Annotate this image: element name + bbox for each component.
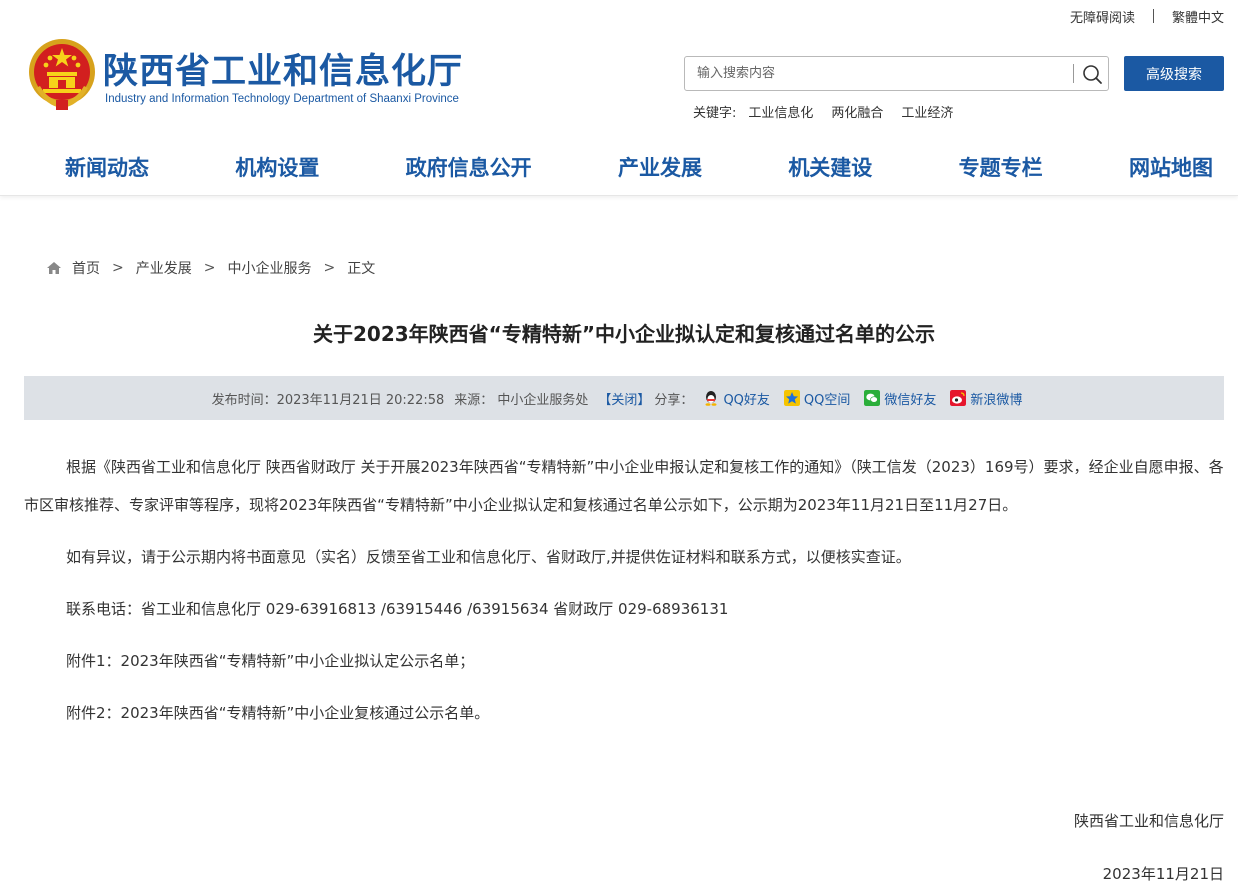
- share-label: 分享：: [654, 392, 694, 408]
- national-emblem-icon[interactable]: [26, 36, 98, 112]
- search-box: [684, 56, 1109, 91]
- breadcrumb-separator: >: [203, 260, 216, 276]
- publish-time: 发布时间：2023年11月21日 20:22:58: [211, 392, 445, 408]
- home-icon: [47, 262, 61, 274]
- keyword-link[interactable]: 两化融合: [831, 102, 883, 121]
- search-input[interactable]: [685, 57, 1071, 90]
- search-divider: [1073, 64, 1074, 83]
- share-qq-friend-label: QQ好友: [723, 392, 770, 408]
- search-keywords: 关键字: 工业信息化 两化融合 工业经济: [693, 102, 971, 121]
- attachment-link[interactable]: 附件1：2023年陕西省“专精特新”中小企业拟认定公示名单；: [24, 642, 1224, 680]
- share-qq-friend[interactable]: QQ好友: [703, 389, 770, 408]
- share-qzone[interactable]: QQ空间: [783, 389, 851, 408]
- nav-item-news[interactable]: 新闻动态: [65, 152, 149, 188]
- traditional-chinese-link[interactable]: 繁體中文: [1172, 7, 1224, 26]
- nav-item-sitemap[interactable]: 网站地图: [1129, 152, 1213, 188]
- wechat-icon: [864, 390, 881, 406]
- utility-separator: [1152, 9, 1154, 23]
- nav-item-organization[interactable]: 机构设置: [235, 152, 319, 188]
- main-nav: 新闻动态 机构设置 政府信息公开 产业发展 机关建设 专题专栏 网站地图: [24, 152, 1224, 188]
- close-link[interactable]: 【关闭】: [598, 389, 650, 408]
- qzone-icon: [783, 390, 800, 406]
- attachment-link[interactable]: 附件2：2023年陕西省“专精特新”中小企业复核通过公示名单。: [24, 694, 1224, 732]
- keyword-link[interactable]: 工业经济: [901, 102, 953, 121]
- qq-icon: [705, 391, 717, 406]
- share-wechat[interactable]: 微信好友: [864, 389, 936, 408]
- breadcrumb-current: 正文: [347, 261, 376, 277]
- breadcrumb: 首页 > 产业发展 > 中小企业服务 > 正文: [46, 258, 375, 278]
- nav-item-industry[interactable]: 产业发展: [618, 152, 702, 188]
- article-paragraph: 根据《陕西省工业和信息化厅 陕西省财政厅 关于开展2023年陕西省“专精特新”中…: [24, 458, 1224, 514]
- keywords-label: 关键字:: [693, 106, 737, 121]
- nav-item-party-building[interactable]: 机关建设: [788, 152, 872, 188]
- article-paragraph: 如有异议，请于公示期内将书面意见（实名）反馈至省工业和信息化厅、省财政厅,并提供…: [66, 548, 911, 566]
- signature-date: 2023年11月21日: [1102, 865, 1224, 883]
- signature-organization: 陕西省工业和信息化厅: [1073, 812, 1224, 830]
- site-title[interactable]: 陕西省工业和信息化厅: [103, 43, 463, 94]
- accessibility-link[interactable]: 无障碍阅读: [1070, 7, 1135, 26]
- article-source: 来源： 中小企业服务处: [454, 392, 589, 408]
- advanced-search-button[interactable]: 高级搜索: [1124, 56, 1224, 91]
- nav-item-gov-info[interactable]: 政府信息公开: [406, 152, 532, 188]
- breadcrumb-home[interactable]: 首页: [72, 258, 100, 278]
- share-weibo-label: 新浪微博: [970, 392, 1023, 408]
- nav-item-topics[interactable]: 专题专栏: [959, 152, 1043, 188]
- share-wechat-label: 微信好友: [884, 392, 937, 408]
- article-title: 关于2023年陕西省“专精特新”中小企业拟认定和复核通过名单的公示: [313, 322, 935, 346]
- share-qzone-label: QQ空间: [803, 392, 851, 408]
- article-meta-bar: 发布时间：2023年11月21日 20:22:58 来源： 中小企业服务处 【关…: [24, 376, 1224, 420]
- site-subtitle: Industry and Information Technology Depa…: [105, 93, 459, 105]
- search-icon[interactable]: [1081, 63, 1103, 85]
- contact-phone: 联系电话：省工业和信息化厅 029-63916813 /63915446 /63…: [66, 600, 729, 618]
- article-body: 根据《陕西省工业和信息化厅 陕西省财政厅 关于开展2023年陕西省“专精特新”中…: [24, 448, 1224, 732]
- breadcrumb-separator: >: [112, 260, 124, 276]
- breadcrumb-industry[interactable]: 产业发展: [136, 258, 192, 278]
- utility-bar: 无障碍阅读 繁體中文: [1070, 7, 1224, 26]
- share-weibo[interactable]: 新浪微博: [950, 389, 1022, 408]
- weibo-icon: [950, 390, 967, 406]
- breadcrumb-sme-services[interactable]: 中小企业服务: [227, 258, 311, 278]
- breadcrumb-separator: >: [323, 260, 336, 276]
- keyword-link[interactable]: 工业信息化: [748, 102, 813, 121]
- site-header: 无障碍阅读 繁體中文 陕西省工业和信息化厅 Industry and Infor…: [0, 0, 1238, 196]
